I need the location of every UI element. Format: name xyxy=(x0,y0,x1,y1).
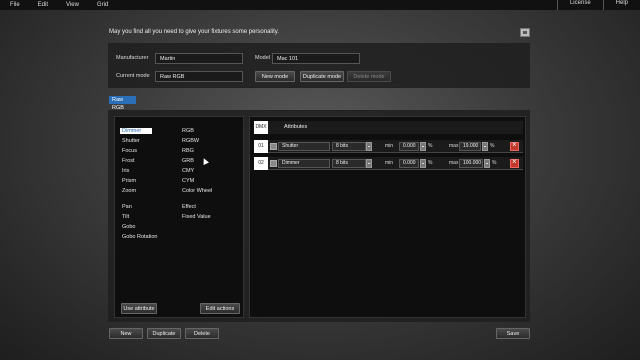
attribute-item[interactable]: Dimmer xyxy=(120,128,152,134)
attribute-item[interactable]: Tilt xyxy=(122,214,129,220)
attribute-item[interactable]: RGB xyxy=(182,128,194,134)
attribute-item[interactable]: CMY xyxy=(182,168,194,174)
new-mode-button[interactable]: New mode xyxy=(255,71,295,82)
channel-header: DMX Attributes xyxy=(254,121,523,134)
menu-grid[interactable]: Grid xyxy=(87,2,116,8)
delete-fixture-button[interactable]: Delete xyxy=(185,328,219,339)
channel-attribute-field[interactable]: Dimmer xyxy=(278,159,330,168)
menu-help[interactable]: Help xyxy=(604,0,640,10)
channel-row: 02 Dimmer 8 bits min 0.000 % max 100.000… xyxy=(254,157,523,170)
current-mode-label: Current mode xyxy=(116,73,150,79)
attribute-item[interactable]: Zoom xyxy=(122,188,136,194)
max-stepper-icon[interactable] xyxy=(482,142,488,151)
attribute-item[interactable]: GRB xyxy=(182,158,194,164)
dmx-label: DMX xyxy=(254,121,268,134)
manufacturer-field[interactable]: Martin xyxy=(155,53,243,64)
max-label: max xyxy=(449,160,459,166)
menu-right: License Help xyxy=(556,0,640,10)
menu-edit[interactable]: Edit xyxy=(28,2,56,8)
max-percent: % xyxy=(490,143,495,149)
bits-dropdown-icon[interactable] xyxy=(366,142,372,151)
channel-number: 02 xyxy=(254,157,268,170)
min-label: min xyxy=(385,143,394,149)
menu-license[interactable]: License xyxy=(558,0,603,10)
channel-attribute-field[interactable]: Shutter xyxy=(278,142,330,151)
drag-handle-icon[interactable] xyxy=(270,143,277,150)
new-fixture-button[interactable]: New xyxy=(109,328,143,339)
delete-channel-icon[interactable] xyxy=(510,140,519,151)
duplicate-mode-button[interactable]: Duplicate mode xyxy=(300,71,344,82)
min-field[interactable]: 0.000 xyxy=(399,142,419,151)
attribute-item[interactable]: Fixed Value xyxy=(182,214,211,220)
attribute-item[interactable]: Gobo xyxy=(122,224,135,230)
current-mode-field[interactable]: Raw RGB xyxy=(155,71,243,82)
attribute-item[interactable]: Shutter xyxy=(122,138,140,144)
min-percent: % xyxy=(428,143,433,149)
attribute-item[interactable]: RBG xyxy=(182,148,194,154)
attribute-item[interactable]: Iris xyxy=(122,168,129,174)
attribute-item[interactable]: Pan xyxy=(122,204,132,210)
main-panel: Dimmer Shutter Focus Frost Iris Prism Zo… xyxy=(108,110,530,322)
model-label: Model xyxy=(255,55,270,61)
delete-channel-icon[interactable] xyxy=(510,157,519,168)
menu-bar: File Edit View Grid License Help xyxy=(0,0,640,10)
attribute-item[interactable]: Effect xyxy=(182,204,196,210)
bits-dropdown-icon[interactable] xyxy=(366,159,372,168)
channel-bits-select[interactable]: 8 bits xyxy=(332,159,366,168)
max-field[interactable]: 19.000 xyxy=(459,142,481,151)
model-field[interactable]: Mac 101 xyxy=(272,53,360,64)
channel-bits-select[interactable]: 8 bits xyxy=(332,142,366,151)
max-field[interactable]: 100.000 xyxy=(459,159,483,168)
attribute-item[interactable]: RGBW xyxy=(182,138,199,144)
max-stepper-icon[interactable] xyxy=(484,159,490,168)
min-percent: % xyxy=(428,160,433,166)
min-stepper-icon[interactable] xyxy=(420,159,426,168)
attribute-item[interactable]: Frost xyxy=(122,158,135,164)
min-stepper-icon[interactable] xyxy=(420,142,426,151)
dmx-channel-area: DMX Attributes 01 Shutter 8 bits min 0.0… xyxy=(249,116,526,318)
channel-number: 01 xyxy=(254,140,268,153)
use-attribute-button[interactable]: Use attribute xyxy=(121,303,157,314)
attribute-item[interactable]: CYM xyxy=(182,178,194,184)
max-label: max xyxy=(449,143,459,149)
attribute-item[interactable]: Color Wheel xyxy=(182,188,212,194)
delete-mode-button[interactable]: Delete mode xyxy=(347,71,391,82)
mouse-cursor-icon xyxy=(201,157,209,165)
attribute-item[interactable]: Prism xyxy=(122,178,136,184)
channel-row: 01 Shutter 8 bits min 0.000 % max 19.000… xyxy=(254,140,523,153)
menu-view[interactable]: View xyxy=(56,2,87,8)
mode-tab[interactable]: Raw RGB xyxy=(109,96,136,111)
max-percent: % xyxy=(492,160,497,166)
image-icon[interactable] xyxy=(520,28,530,37)
menu-file[interactable]: File xyxy=(0,2,28,8)
duplicate-fixture-button[interactable]: Duplicate xyxy=(147,328,181,339)
min-field[interactable]: 0.000 xyxy=(399,159,419,168)
attributes-header: Attributes xyxy=(284,124,308,130)
attribute-item[interactable]: Focus xyxy=(122,148,137,154)
drag-handle-icon[interactable] xyxy=(270,160,277,167)
attribute-list: Dimmer Shutter Focus Frost Iris Prism Zo… xyxy=(114,116,244,318)
save-button[interactable]: Save xyxy=(496,328,530,339)
min-label: min xyxy=(385,160,394,166)
fixture-info-panel: Manufacturer Martin Model Mac 101 Curren… xyxy=(108,43,530,88)
edit-actions-button[interactable]: Edit actions xyxy=(200,303,240,314)
attribute-item[interactable]: Gobo Rotation xyxy=(122,234,157,240)
manufacturer-label: Manufacturer xyxy=(116,55,149,61)
intro-text: May you find all you need to give your f… xyxy=(109,29,279,35)
